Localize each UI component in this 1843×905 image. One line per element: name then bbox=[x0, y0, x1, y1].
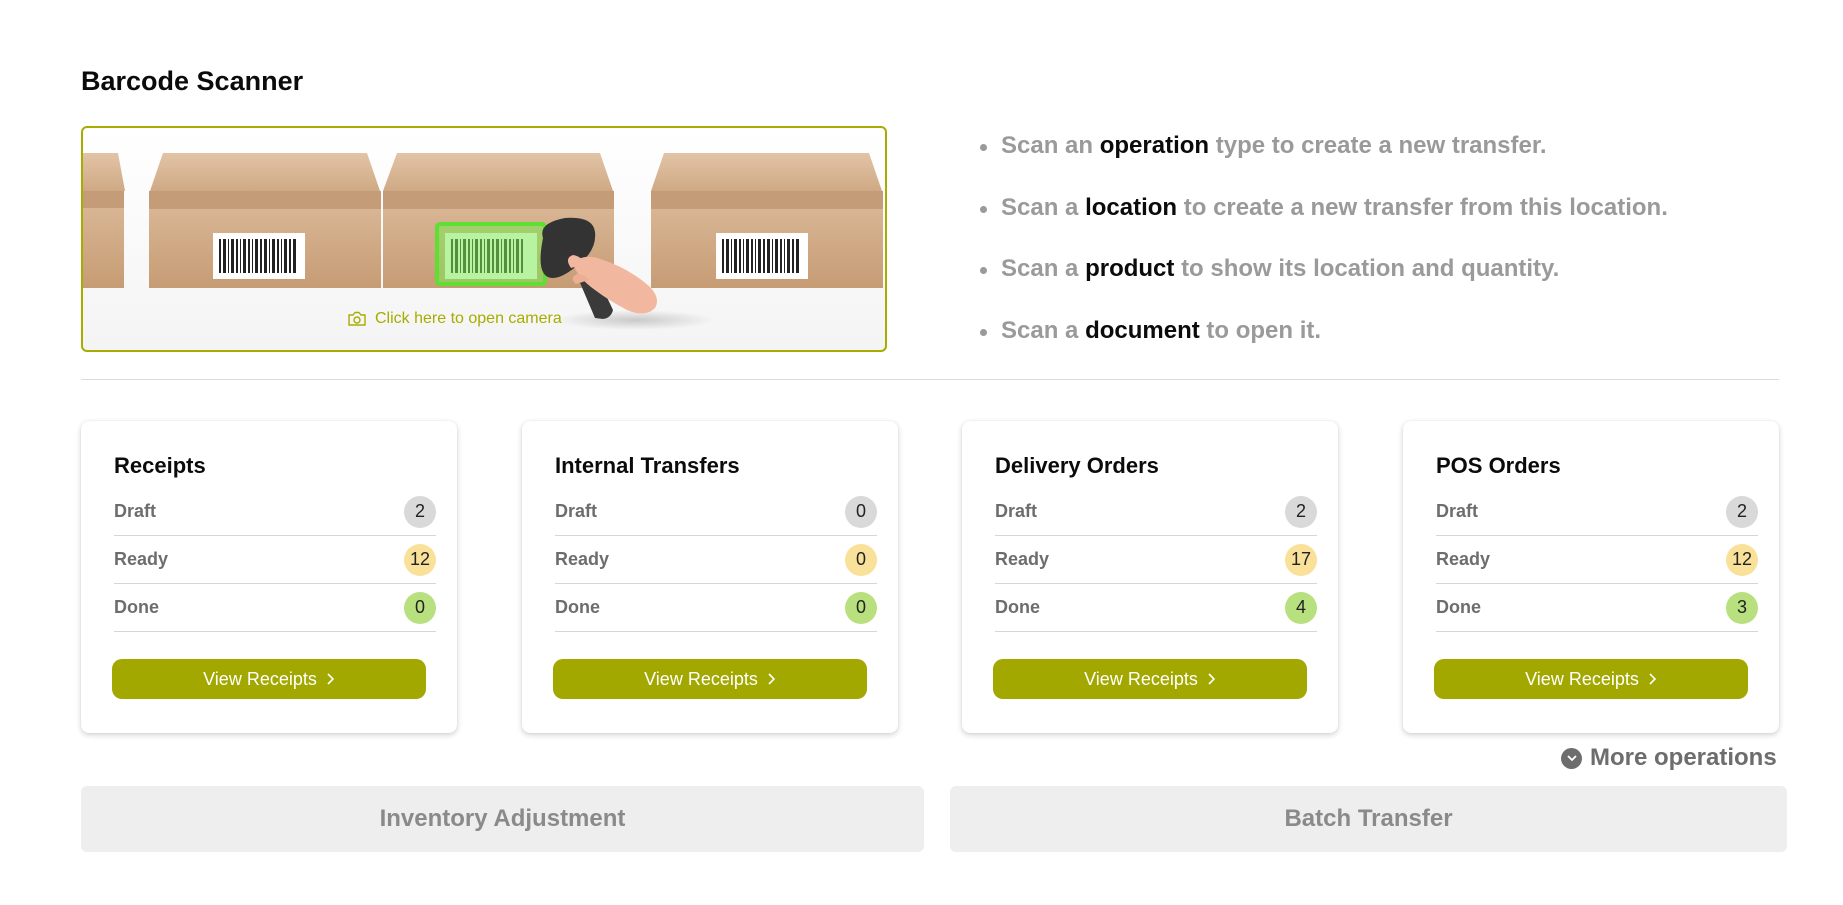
count-badge: 0 bbox=[845, 495, 877, 528]
status-row-draft[interactable]: Draft 2 bbox=[1436, 488, 1758, 536]
status-row-done[interactable]: Done 3 bbox=[1436, 584, 1758, 632]
batch-transfer-button[interactable]: Batch Transfer bbox=[950, 786, 1787, 852]
count-badge: 17 bbox=[1285, 543, 1317, 576]
open-camera-label: Click here to open camera bbox=[375, 310, 562, 327]
inventory-adjustment-button[interactable]: Inventory Adjustment bbox=[81, 786, 924, 852]
status-row-ready[interactable]: Ready 17 bbox=[995, 536, 1317, 584]
count-badge: 4 bbox=[1285, 591, 1317, 624]
scan-instructions: Scan an operation type to create a new t… bbox=[978, 132, 1668, 378]
instruction-keyword: operation bbox=[1099, 132, 1210, 159]
status-label: Ready bbox=[555, 549, 610, 569]
status-row-draft[interactable]: Draft 0 bbox=[555, 488, 877, 536]
status-row-draft[interactable]: Draft 2 bbox=[995, 488, 1317, 536]
status-label: Ready bbox=[1436, 549, 1491, 569]
card-title: Internal Transfers bbox=[555, 453, 740, 478]
status-row-done[interactable]: Done 4 bbox=[995, 584, 1317, 632]
page-title: Barcode Scanner bbox=[81, 66, 304, 96]
count-badge: 0 bbox=[845, 591, 877, 624]
instruction-text: Scan an bbox=[1001, 132, 1094, 159]
operations-grid: Receipts Draft 2 Ready 12 Done 0 View Re… bbox=[81, 421, 1779, 733]
button-label: View Receipts bbox=[1525, 668, 1639, 689]
count-badge: 12 bbox=[404, 543, 436, 576]
chevron-down-icon bbox=[1561, 747, 1582, 769]
count-badge: 2 bbox=[1285, 495, 1317, 528]
view-receipts-button[interactable]: View Receipts bbox=[1434, 659, 1748, 699]
chevron-right-icon bbox=[327, 673, 334, 685]
instruction-text: Scan a bbox=[1001, 255, 1079, 282]
button-label: View Receipts bbox=[644, 668, 758, 689]
chevron-right-icon bbox=[1649, 673, 1656, 685]
status-label: Ready bbox=[995, 549, 1050, 569]
button-label: View Receipts bbox=[1084, 668, 1198, 689]
status-row-ready[interactable]: Ready 12 bbox=[1436, 536, 1758, 584]
open-camera-hint[interactable]: Click here to open camera bbox=[347, 310, 562, 328]
status-row-ready[interactable]: Ready 0 bbox=[555, 536, 877, 584]
operation-card-internal-transfers: Internal Transfers Draft 0 Ready 0 Done … bbox=[522, 421, 898, 733]
section-divider bbox=[81, 379, 1779, 380]
status-label: Ready bbox=[114, 549, 169, 569]
count-badge: 2 bbox=[404, 495, 436, 528]
instruction-text: to create a new transfer from this locat… bbox=[1183, 193, 1668, 221]
instruction-operation: Scan an operation type to create a new t… bbox=[978, 132, 1668, 194]
view-receipts-button[interactable]: View Receipts bbox=[553, 659, 867, 699]
operation-card-pos-orders: POS Orders Draft 2 Ready 12 Done 3 View … bbox=[1403, 421, 1779, 733]
instruction-text: to open it. bbox=[1206, 316, 1322, 344]
chevron-right-icon bbox=[1208, 673, 1215, 685]
count-badge: 0 bbox=[845, 543, 877, 576]
instruction-keyword: document bbox=[1085, 316, 1200, 344]
status-label: Draft bbox=[1436, 501, 1479, 521]
view-receipts-button[interactable]: View Receipts bbox=[112, 659, 426, 699]
status-label: Done bbox=[114, 597, 159, 617]
count-badge: 3 bbox=[1726, 591, 1758, 624]
card-title: POS Orders bbox=[1436, 453, 1561, 478]
card-title: Receipts bbox=[114, 453, 206, 478]
camera-icon bbox=[348, 311, 366, 326]
status-row-draft[interactable]: Draft 2 bbox=[114, 488, 436, 536]
instruction-product: Scan a product to show its location and … bbox=[978, 255, 1668, 317]
chevron-right-icon bbox=[768, 673, 775, 685]
more-operations-label: More operations bbox=[1590, 744, 1777, 771]
instruction-keyword: location bbox=[1085, 193, 1178, 221]
instruction-location: Scan a location to create a new transfer… bbox=[978, 194, 1668, 256]
status-row-ready[interactable]: Ready 12 bbox=[114, 536, 436, 584]
button-label: View Receipts bbox=[203, 668, 317, 689]
instruction-document: Scan a document to open it. bbox=[978, 317, 1668, 379]
status-label: Draft bbox=[114, 501, 157, 521]
count-badge: 0 bbox=[404, 591, 436, 624]
status-label: Done bbox=[995, 597, 1040, 617]
instruction-text: to show its location and quantity. bbox=[1181, 255, 1560, 282]
scanner-camera-area[interactable]: Click here to open camera bbox=[81, 126, 887, 352]
operation-card-receipts: Receipts Draft 2 Ready 12 Done 0 View Re… bbox=[81, 421, 457, 733]
count-badge: 12 bbox=[1726, 543, 1758, 576]
status-label: Draft bbox=[995, 501, 1038, 521]
instruction-text: Scan a bbox=[1001, 316, 1079, 344]
status-label: Draft bbox=[555, 501, 598, 521]
operation-card-delivery-orders: Delivery Orders Draft 2 Ready 17 Done 4 … bbox=[962, 421, 1338, 733]
view-receipts-button[interactable]: View Receipts bbox=[993, 659, 1307, 699]
status-label: Done bbox=[1436, 597, 1481, 617]
status-row-done[interactable]: Done 0 bbox=[114, 584, 436, 632]
more-operations-toggle[interactable]: More operations bbox=[1561, 744, 1777, 772]
instruction-keyword: product bbox=[1085, 255, 1175, 282]
instruction-text: type to create a new transfer. bbox=[1215, 132, 1547, 159]
status-label: Done bbox=[555, 597, 600, 617]
status-row-done[interactable]: Done 0 bbox=[555, 584, 877, 632]
instruction-text: Scan a bbox=[1001, 193, 1079, 221]
count-badge: 2 bbox=[1726, 495, 1758, 528]
card-title: Delivery Orders bbox=[995, 453, 1159, 478]
